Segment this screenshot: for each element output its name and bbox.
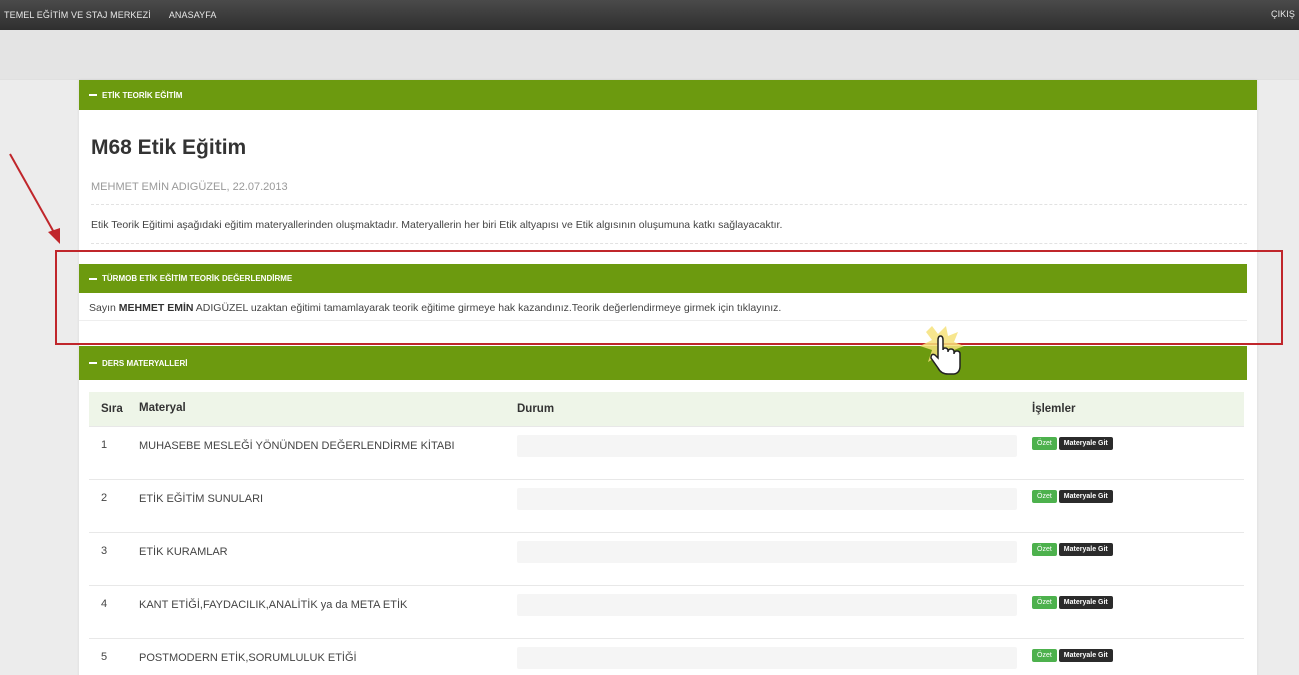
material-name: ETİK KURAMLAR — [139, 531, 517, 585]
message-prefix: Sayın — [89, 302, 119, 314]
goto-material-button[interactable]: Materyale Git — [1058, 436, 1113, 450]
evaluation-message: Sayın MEHMET EMİN ADIGÜZEL uzaktan eğiti… — [79, 293, 1247, 321]
top-navbar: TEMEL EĞİTİM VE STAJ MERKEZİ ANASAYFA ÇI… — [0, 0, 1299, 30]
material-name: ETİK EĞİTİM SUNULARI — [139, 478, 517, 532]
material-name: POSTMODERN ETİK,SORUMLULUK ETİĞİ — [139, 637, 517, 675]
materials-section-header[interactable]: DERS MATERYALLERİ — [79, 346, 1247, 380]
status-progress-bar — [517, 434, 1017, 457]
subheader-bar — [0, 30, 1299, 80]
goto-material-button[interactable]: Materyale Git — [1058, 542, 1113, 556]
status-progress-bar — [517, 646, 1017, 669]
table-row: 1 MUHASEBE MESLEĞİ YÖNÜNDEN DEĞERLENDİRM… — [89, 425, 1244, 479]
goto-material-button[interactable]: Materyale Git — [1058, 648, 1113, 662]
status-progress-bar — [517, 487, 1017, 510]
user-name-bold: MEHMET EMİN — [118, 302, 194, 314]
column-header-sira: Sıra — [89, 392, 139, 426]
message-middle: ADIGÜZEL uzaktan eğitimi tamamlayarak te… — [193, 302, 737, 314]
column-header-islemler: İşlemler — [1032, 392, 1244, 426]
goto-material-button[interactable]: Materyale Git — [1058, 595, 1113, 609]
evaluation-link[interactable]: tıklayınız. — [737, 302, 781, 314]
material-name: KANT ETİĞİ,FAYDACILIK,ANALİTİK ya da MET… — [139, 584, 517, 638]
author-date-line: MEHMET EMİN ADIGÜZEL, 22.07.2013 — [91, 181, 1247, 205]
materials-table: Sıra Materyal Durum İşlemler 1 MUHASEBE … — [89, 392, 1244, 675]
column-header-materyal: Materyal — [139, 392, 517, 426]
summary-button[interactable]: Özet — [1032, 542, 1057, 556]
page-title: M68 Etik Eğitim — [91, 136, 247, 159]
theory-section-title: ETİK TEORİK EĞİTİM — [102, 90, 183, 100]
main-container: ETİK TEORİK EĞİTİM M68 Etik Eğitim MEHME… — [79, 80, 1257, 675]
table-row: 2 ETİK EĞİTİM SUNULARI Özet Materyale Git — [89, 478, 1244, 532]
logout-link[interactable]: ÇIKIŞ — [1271, 9, 1295, 19]
table-row: 5 POSTMODERN ETİK,SORUMLULUK ETİĞİ Özet M… — [89, 637, 1244, 675]
annotation-arrow-icon — [9, 153, 60, 244]
theory-section-header[interactable]: ETİK TEORİK EĞİTİM — [79, 80, 1257, 110]
summary-button[interactable]: Özet — [1032, 489, 1057, 503]
evaluation-section-header[interactable]: TÜRMOB ETİK EĞİTİM TEORİK DEĞERLENDİRME — [79, 264, 1247, 293]
row-number: 5 — [89, 637, 139, 675]
row-number: 1 — [89, 425, 139, 479]
evaluation-section-title: TÜRMOB ETİK EĞİTİM TEORİK DEĞERLENDİRME — [102, 274, 293, 283]
materials-section: DERS MATERYALLERİ Sıra Materyal Durum İş… — [79, 346, 1247, 675]
status-progress-bar — [517, 540, 1017, 563]
material-name: MUHASEBE MESLEĞİ YÖNÜNDEN DEĞERLENDİRME … — [139, 425, 517, 479]
brand-link[interactable]: TEMEL EĞİTİM VE STAJ MERKEZİ — [4, 10, 151, 20]
table-row: 4 KANT ETİĞİ,FAYDACILIK,ANALİTİK ya da M… — [89, 584, 1244, 638]
summary-button[interactable]: Özet — [1032, 648, 1057, 662]
row-number: 2 — [89, 478, 139, 532]
row-number: 4 — [89, 584, 139, 638]
collapse-icon — [89, 277, 97, 280]
intro-text: Etik Teorik Eğitimi aşağıdaki eğitim mat… — [91, 219, 1247, 244]
status-progress-bar — [517, 593, 1017, 616]
column-header-durum: Durum — [517, 392, 1032, 426]
collapse-icon — [89, 94, 97, 96]
home-link[interactable]: ANASAYFA — [169, 10, 217, 20]
goto-material-button[interactable]: Materyale Git — [1058, 489, 1113, 503]
evaluation-section: TÜRMOB ETİK EĞİTİM TEORİK DEĞERLENDİRME … — [79, 264, 1247, 321]
table-header-row: Sıra Materyal Durum İşlemler — [89, 392, 1244, 426]
summary-button[interactable]: Özet — [1032, 436, 1057, 450]
table-row: 3 ETİK KURAMLAR Özet Materyale Git — [89, 531, 1244, 585]
row-number: 3 — [89, 531, 139, 585]
materials-section-title: DERS MATERYALLERİ — [102, 358, 188, 368]
collapse-icon — [89, 362, 97, 364]
summary-button[interactable]: Özet — [1032, 595, 1057, 609]
